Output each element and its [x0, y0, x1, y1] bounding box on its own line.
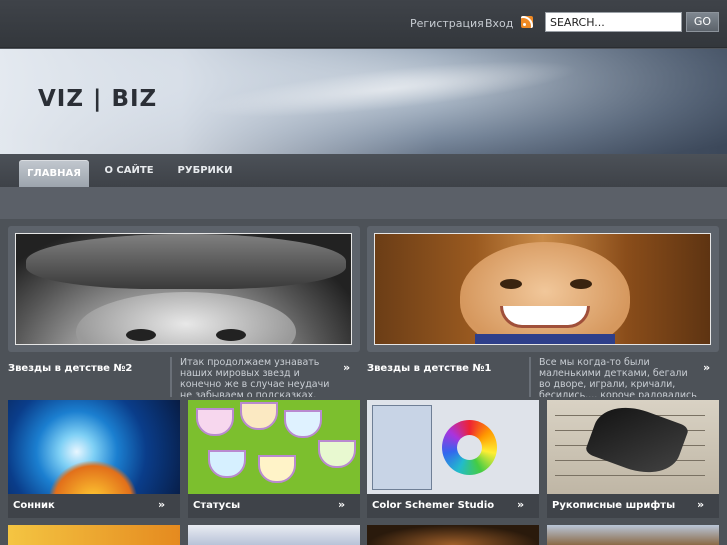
more-arrow-icon[interactable]: »: [703, 361, 710, 374]
tile-label[interactable]: Сонник: [13, 500, 55, 511]
register-link[interactable]: Регистрация: [410, 17, 484, 30]
panties-shape: [284, 410, 322, 438]
flame-shape: [48, 460, 138, 494]
face-shape: [76, 292, 296, 344]
tile-image[interactable]: [547, 400, 719, 494]
featured-desc-1: Итак продолжаем узнавать наших мировых з…: [170, 357, 338, 397]
eye-shape: [126, 329, 156, 341]
featured-post-2[interactable]: [367, 226, 719, 352]
panties-shape: [208, 450, 246, 478]
featured-title-1[interactable]: Звезды в детстве №2: [8, 363, 132, 374]
more-arrow-icon[interactable]: »: [517, 498, 524, 511]
login-link[interactable]: Вход: [485, 17, 513, 30]
post-tile-partial[interactable]: [367, 525, 539, 545]
panties-shape: [258, 455, 296, 483]
header-banner: VIZ | BIZ: [0, 49, 727, 154]
featured-desc-2: Все мы когда-то были маленькими детками,…: [529, 357, 697, 397]
cap-shape: [26, 234, 346, 289]
post-tile-partial[interactable]: [8, 525, 180, 545]
eye-shape: [570, 279, 592, 289]
face-shape: [460, 242, 630, 344]
more-arrow-icon[interactable]: »: [338, 498, 345, 511]
app-window-shape: [372, 405, 432, 490]
eye-shape: [500, 279, 522, 289]
search-go-button[interactable]: GO: [686, 12, 719, 32]
post-tile-partial[interactable]: [547, 525, 719, 545]
rss-icon[interactable]: [521, 16, 533, 28]
more-arrow-icon[interactable]: »: [697, 498, 704, 511]
sub-nav-bar: [0, 187, 727, 219]
featured-image-2[interactable]: [374, 233, 711, 345]
site-logo[interactable]: VIZ | BIZ: [38, 86, 157, 112]
script-line: [555, 475, 705, 476]
feather-quill-shape: [584, 400, 690, 484]
panties-shape: [240, 402, 278, 430]
top-bar: Регистрация Вход GO: [0, 0, 727, 48]
nav-item-categories[interactable]: РУБРИКИ: [173, 154, 237, 187]
tile-label[interactable]: Статусы: [193, 500, 240, 511]
tile-image[interactable]: [367, 400, 539, 494]
panties-shape: [196, 408, 234, 436]
featured-post-1[interactable]: [8, 226, 360, 352]
nav-item-home[interactable]: ГЛАВНАЯ: [19, 160, 89, 189]
post-tile-statuses[interactable]: Статусы »: [188, 400, 360, 518]
search-input[interactable]: [545, 12, 682, 32]
more-arrow-icon[interactable]: »: [158, 498, 165, 511]
panties-shape: [318, 440, 356, 468]
tile-label[interactable]: Рукописные шрифты: [552, 500, 675, 511]
featured-image-1[interactable]: [15, 233, 352, 345]
post-tile-dreambook[interactable]: Сонник »: [8, 400, 180, 518]
tile-image[interactable]: [188, 400, 360, 494]
main-nav: ГЛАВНАЯ О САЙТЕ РУБРИКИ: [0, 154, 727, 189]
post-tile-color-schemer[interactable]: Color Schemer Studio »: [367, 400, 539, 518]
post-tile-handwritten-fonts[interactable]: Рукописные шрифты »: [547, 400, 719, 518]
post-tile-partial[interactable]: [188, 525, 360, 545]
tile-image[interactable]: [8, 400, 180, 494]
smile-shape: [500, 306, 590, 328]
featured-title-2[interactable]: Звезды в детстве №1: [367, 363, 491, 374]
shirt-shape: [475, 334, 615, 344]
color-wheel-shape: [442, 420, 497, 475]
more-arrow-icon[interactable]: »: [343, 361, 350, 374]
eye-shape: [216, 329, 246, 341]
tile-label[interactable]: Color Schemer Studio: [372, 500, 494, 511]
nav-item-about[interactable]: О САЙТЕ: [100, 154, 158, 187]
